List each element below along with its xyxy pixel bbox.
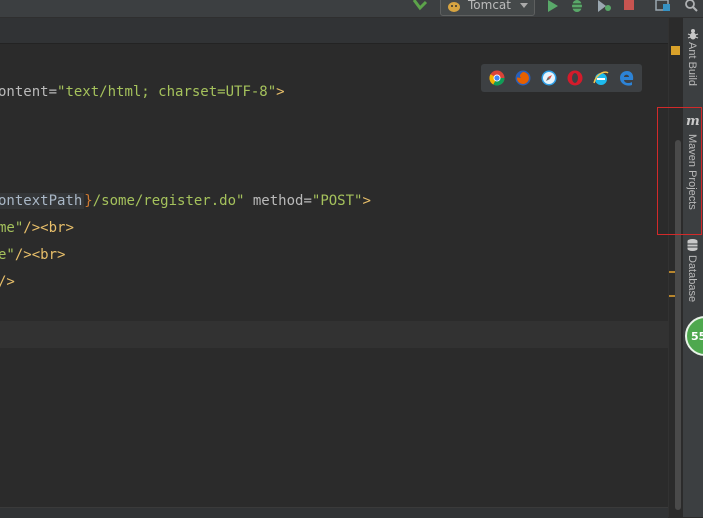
project-structure-icon[interactable] — [655, 0, 671, 14]
code-editor[interactable]: ontent="text/html; charset=UTF-8"> ontex… — [0, 44, 668, 517]
edge-icon[interactable] — [619, 70, 635, 86]
safari-icon[interactable] — [541, 70, 557, 86]
run-icon[interactable] — [546, 0, 560, 14]
chrome-icon[interactable] — [489, 70, 505, 86]
hammer-icon[interactable] — [412, 0, 428, 14]
database-icon — [687, 239, 698, 251]
run-configuration-dropdown[interactable]: Tomcat — [440, 0, 535, 16]
database-tab[interactable]: Database — [682, 238, 703, 308]
ant-build-tab-label: Ant Build — [686, 42, 698, 87]
database-tab-label: Database — [686, 255, 698, 303]
warning-indicator[interactable] — [671, 46, 680, 55]
run-configuration-label: Tomcat — [468, 0, 511, 12]
opera-icon[interactable] — [567, 70, 583, 86]
search-icon[interactable] — [684, 0, 698, 14]
coverage-icon[interactable] — [596, 0, 612, 14]
notification-count: 55 — [691, 330, 703, 343]
code-line: /> — [0, 274, 15, 290]
highlight-box — [657, 107, 702, 235]
code-line: me"/><br> — [0, 220, 74, 236]
stop-icon[interactable] — [623, 0, 635, 14]
ant-build-tab[interactable]: Ant Build — [682, 26, 703, 100]
editor-tab-strip — [0, 18, 668, 44]
chevron-down-icon — [520, 3, 528, 8]
current-line-highlight — [0, 321, 668, 348]
ant-icon — [687, 29, 699, 40]
code-line: e"/><br> — [0, 247, 66, 263]
browser-preview-popup — [481, 64, 642, 92]
main-toolbar: Tomcat — [0, 0, 703, 18]
firefox-icon[interactable] — [515, 70, 531, 86]
internet-explorer-icon[interactable] — [593, 70, 609, 86]
code-line: ontextPath}/some/register.do" method="PO… — [0, 193, 371, 209]
code-line: ontent="text/html; charset=UTF-8"> — [0, 84, 285, 100]
tomcat-icon — [448, 2, 460, 12]
horizontal-scrollbar[interactable] — [0, 507, 668, 518]
debug-icon[interactable] — [570, 0, 584, 14]
